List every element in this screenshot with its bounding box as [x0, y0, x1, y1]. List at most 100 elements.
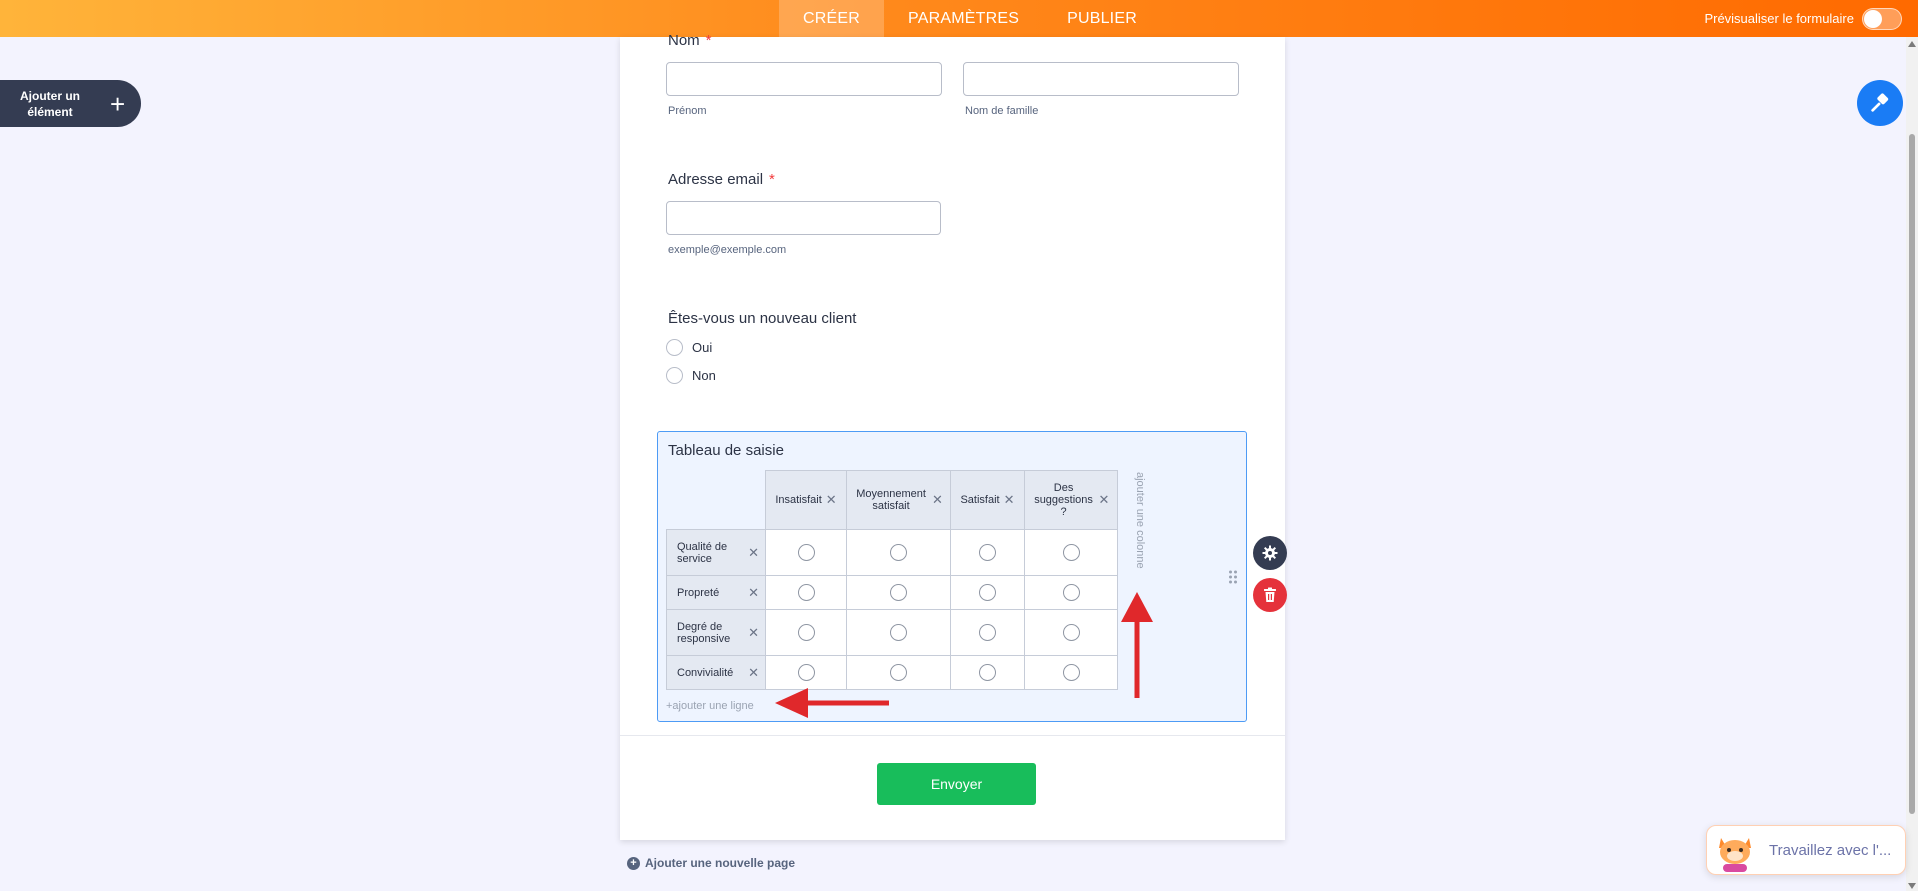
option-non[interactable]: Non	[666, 367, 716, 384]
radio-circle-icon[interactable]	[890, 584, 907, 601]
radio-circle-icon[interactable]	[1062, 664, 1080, 681]
remove-row-icon[interactable]: ✕	[748, 665, 759, 681]
plus-icon: +	[110, 88, 126, 119]
input-table-field[interactable]: Tableau de saisie Insatisfait ✕ Moyenneme…	[657, 431, 1247, 722]
row-header[interactable]: Degré de responsive ✕	[666, 609, 766, 656]
first-name-input[interactable]	[666, 62, 942, 96]
radio-circle-icon[interactable]	[979, 584, 996, 601]
remove-row-icon[interactable]: ✕	[748, 545, 759, 561]
radio-circle-icon[interactable]	[666, 339, 683, 356]
email-field-label: Adresse email *	[668, 171, 775, 188]
row-header[interactable]: Propreté ✕	[666, 575, 766, 610]
add-new-page-link[interactable]: + Ajouter une nouvelle page	[627, 856, 795, 870]
last-name-input[interactable]	[963, 62, 1239, 96]
tab-creer[interactable]: CRÉER	[779, 0, 885, 37]
preview-form-label: Prévisualiser le formulaire	[1704, 11, 1854, 26]
paint-roller-icon	[1871, 93, 1889, 112]
email-input[interactable]	[666, 201, 941, 235]
table-cell[interactable]	[950, 655, 1025, 690]
table-cell[interactable]	[846, 575, 951, 610]
table-cell[interactable]	[846, 529, 951, 576]
add-new-page-label: Ajouter une nouvelle page	[645, 856, 796, 870]
preview-form-control: Prévisualiser le formulaire	[1704, 0, 1902, 37]
page-scrollbar[interactable]	[1906, 37, 1918, 891]
table-cell[interactable]	[846, 655, 951, 690]
radio-circle-icon[interactable]	[797, 664, 815, 681]
input-table-title: Tableau de saisie	[668, 442, 784, 459]
remove-column-icon[interactable]: ✕	[932, 493, 943, 506]
add-column-link[interactable]: ajouter une colonne	[1134, 472, 1146, 569]
table-cell[interactable]	[765, 529, 847, 576]
scroll-thumb[interactable]	[1909, 134, 1915, 814]
remove-column-icon[interactable]: ✕	[826, 493, 837, 506]
table-row: Degré de responsive ✕	[666, 609, 1118, 656]
radio-circle-icon[interactable]	[979, 664, 996, 681]
field-settings-button[interactable]	[1253, 536, 1287, 570]
radio-circle-icon[interactable]	[979, 544, 996, 561]
table-cell[interactable]	[1024, 655, 1118, 690]
ai-assistant-widget[interactable]: Travaillez avec l'...	[1706, 825, 1906, 875]
assistant-label: Travaillez avec l'...	[1769, 841, 1892, 859]
new-client-field-label: Êtes-vous un nouveau client	[668, 310, 857, 327]
radio-circle-icon[interactable]	[1062, 624, 1080, 641]
table-cell[interactable]	[1024, 575, 1118, 610]
table-cell[interactable]	[1024, 609, 1118, 656]
radio-circle-icon[interactable]	[1062, 544, 1080, 561]
top-bar: CRÉER PARAMÈTRES PUBLIER Prévisualiser l…	[0, 0, 1918, 37]
table-cell[interactable]	[950, 609, 1025, 656]
tab-parametres[interactable]: PARAMÈTRES	[884, 0, 1043, 37]
table-row: Qualité de service ✕	[666, 529, 1118, 576]
required-mark: *	[705, 32, 712, 49]
row-header[interactable]: Convivialité ✕	[666, 655, 766, 690]
column-header-label: Moyennement satisfait	[856, 488, 926, 512]
column-header[interactable]: Satisfait ✕	[950, 470, 1025, 530]
radio-circle-icon[interactable]	[666, 367, 683, 384]
add-element-button[interactable]: Ajouter un élément +	[0, 80, 141, 127]
table-cell[interactable]	[765, 655, 847, 690]
table-corner	[667, 471, 766, 530]
radio-circle-icon[interactable]	[797, 624, 815, 641]
option-oui[interactable]: Oui	[666, 339, 712, 356]
scroll-up-arrow-icon[interactable]	[1908, 41, 1916, 47]
column-header-label: Satisfait	[960, 494, 1000, 506]
row-header[interactable]: Qualité de service ✕	[666, 529, 766, 576]
table-cell[interactable]	[1024, 529, 1118, 576]
form-designer-button[interactable]	[1857, 80, 1903, 126]
option-label: Oui	[692, 340, 713, 355]
last-name-sublabel: Nom de famille	[965, 105, 1039, 117]
radio-circle-icon[interactable]	[1062, 584, 1080, 601]
table-cell[interactable]	[950, 575, 1025, 610]
name-label-text: Nom	[668, 32, 700, 49]
column-header[interactable]: Insatisfait ✕	[765, 470, 847, 530]
trash-icon	[1264, 587, 1276, 602]
required-mark: *	[769, 171, 775, 188]
delete-field-button[interactable]	[1253, 578, 1287, 612]
remove-row-icon[interactable]: ✕	[748, 585, 759, 601]
scroll-down-arrow-icon[interactable]	[1908, 883, 1916, 889]
email-label-text: Adresse email	[668, 171, 764, 188]
first-name-sublabel: Prénom	[668, 105, 707, 117]
table-cell[interactable]	[765, 609, 847, 656]
column-header[interactable]: Moyennement satisfait ✕	[846, 470, 951, 530]
tab-publier[interactable]: PUBLIER	[1043, 0, 1161, 37]
add-row-link[interactable]: +ajouter une ligne	[666, 700, 754, 712]
option-label: Non	[692, 368, 716, 383]
table-cell[interactable]	[765, 575, 847, 610]
drag-handle-icon[interactable]	[1228, 569, 1238, 585]
table-cell[interactable]	[950, 529, 1025, 576]
column-header[interactable]: Des suggestions ? ✕	[1024, 470, 1118, 530]
remove-column-icon[interactable]: ✕	[1099, 493, 1110, 506]
radio-circle-icon[interactable]	[797, 544, 815, 561]
add-element-label: Ajouter un élément	[20, 88, 80, 119]
radio-circle-icon[interactable]	[890, 664, 907, 681]
radio-circle-icon[interactable]	[890, 544, 907, 561]
remove-row-icon[interactable]: ✕	[748, 625, 759, 641]
radio-circle-icon[interactable]	[979, 624, 996, 641]
submit-button[interactable]: Envoyer	[877, 763, 1036, 805]
remove-column-icon[interactable]: ✕	[1004, 493, 1015, 506]
radio-circle-icon[interactable]	[797, 584, 815, 601]
table-cell[interactable]	[846, 609, 951, 656]
assistant-avatar-icon	[1719, 838, 1751, 872]
preview-form-toggle[interactable]	[1862, 7, 1902, 30]
radio-circle-icon[interactable]	[890, 624, 907, 641]
